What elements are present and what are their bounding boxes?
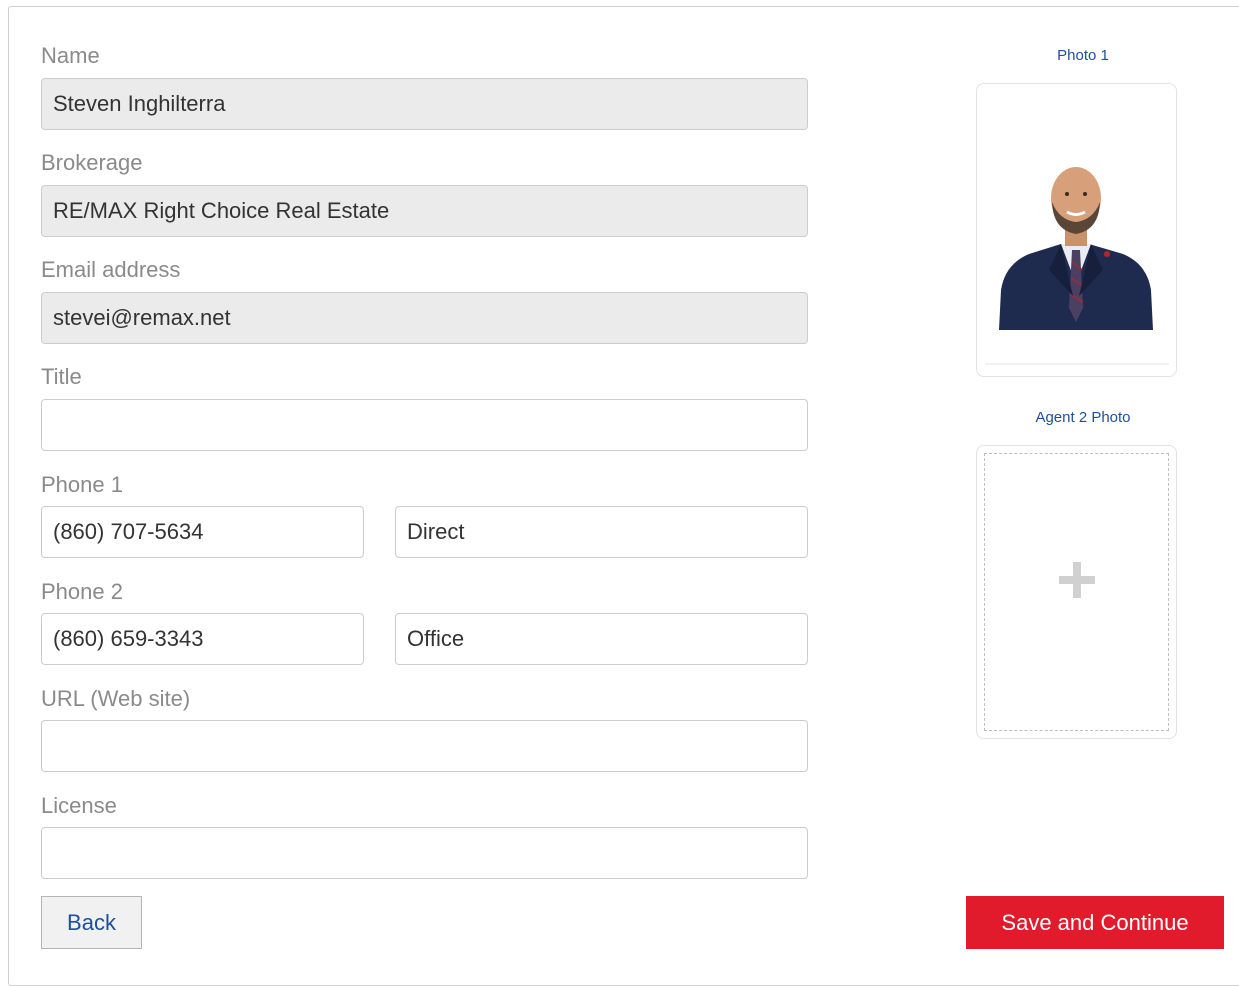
photo2-card[interactable] <box>976 445 1177 739</box>
phone2-type-field[interactable]: Office <box>395 613 808 665</box>
phone2-label: Phone 2 <box>41 579 123 604</box>
photo1-card[interactable] <box>976 83 1177 377</box>
photo2-label: Agent 2 Photo <box>1035 409 1131 426</box>
phone2-number-field[interactable]: (860) 659-3343 <box>41 613 364 665</box>
phone1-label: Phone 1 <box>41 472 123 497</box>
name-label: Name <box>41 43 100 68</box>
url-field[interactable] <box>41 720 808 772</box>
name-field[interactable]: Steven Inghilterra <box>41 78 808 130</box>
email-label: Email address <box>41 257 181 282</box>
brokerage-field[interactable]: RE/MAX Right Choice Real Estate <box>41 185 808 237</box>
plus-icon <box>1059 562 1095 598</box>
email-field[interactable]: stevei@remax.net <box>41 292 808 344</box>
phone1-number-field[interactable]: (860) 707-5634 <box>41 506 364 558</box>
photo2-dropzone[interactable] <box>984 453 1169 731</box>
save-and-continue-button[interactable]: Save and Continue <box>966 896 1224 949</box>
phone1-type-field[interactable]: Direct <box>395 506 808 558</box>
title-field[interactable] <box>41 399 808 451</box>
title-label: Title <box>41 364 82 389</box>
license-label: License <box>41 793 117 818</box>
agent-headshot-icon <box>985 167 1169 365</box>
back-button[interactable]: Back <box>41 896 142 949</box>
brokerage-label: Brokerage <box>41 150 143 175</box>
url-label: URL (Web site) <box>41 686 191 711</box>
photo1-label: Photo 1 <box>1057 47 1109 64</box>
license-field[interactable] <box>41 827 808 879</box>
